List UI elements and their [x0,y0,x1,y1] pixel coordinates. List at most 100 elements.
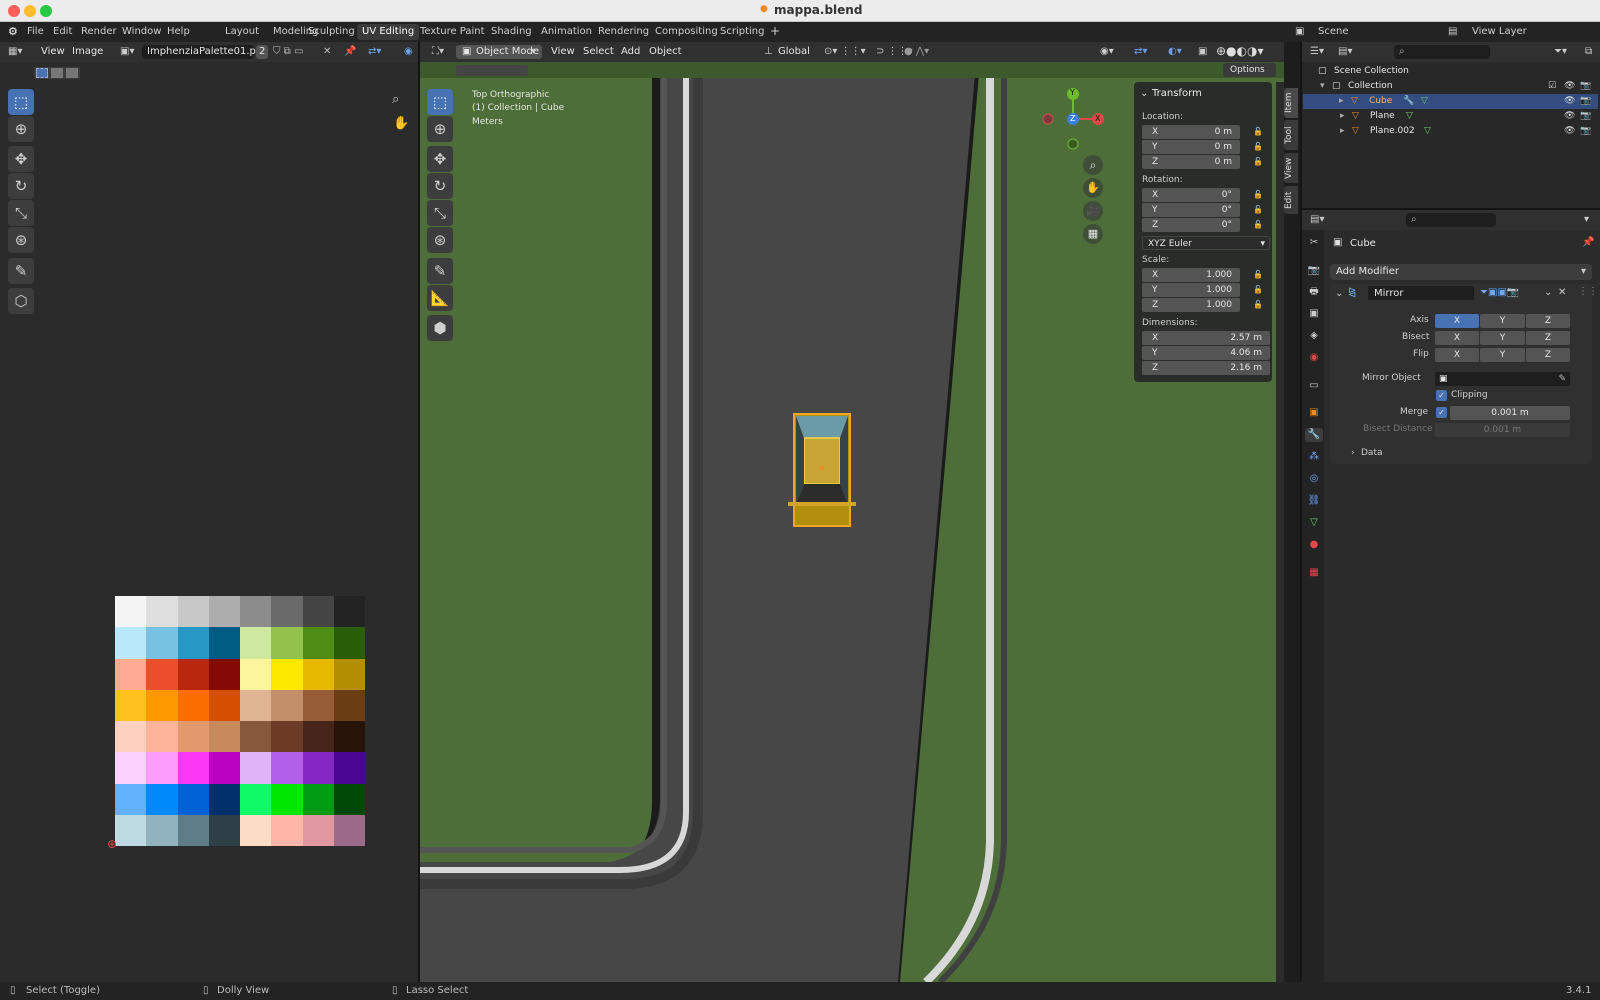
tab-animation[interactable]: Animation [536,24,597,40]
properties-search-icon[interactable]: ⌕ [1411,214,1417,225]
annotate-tool[interactable]: ✎ [8,258,34,284]
ortho-grid-icon[interactable]: ▦ [1083,224,1103,244]
modifier-name-field[interactable]: Mirror [1374,288,1403,299]
menu-help[interactable]: Help [167,26,190,37]
lock-icon[interactable]: 🔓 [1253,127,1263,136]
viewport-menu-object[interactable]: Object [649,46,682,57]
lock-icon[interactable]: 🔓 [1253,190,1263,199]
image-browse-icon[interactable]: ▣▾ [120,46,134,57]
scale-tool[interactable]: ⤡ [8,200,34,226]
rotate-tool[interactable]: ↻ [8,173,34,199]
viewport-zoom-icon[interactable]: ⌕ [1083,155,1103,175]
2d-cursor-icon[interactable]: ⊕ [107,837,117,851]
texture-tab-icon[interactable]: ▦ [1307,566,1321,580]
axis-z-toggle[interactable]: Z [1526,314,1570,328]
viewport-rotate-tool[interactable]: ↻ [427,173,453,199]
eye-icon[interactable]: 👁 [1564,79,1575,94]
lock-icon[interactable]: 🔓 [1253,205,1263,214]
display-mode-icon[interactable]: ▤▾ [1338,46,1352,57]
scale-z-field[interactable]: Z 1.000 [1142,298,1240,312]
camera-icon[interactable]: 📷 [1580,79,1591,94]
tab-view[interactable]: View [1284,153,1298,183]
tab-texture-paint[interactable]: Texture Paint [415,24,490,40]
object-mode-dropdown[interactable]: Object Mode [476,46,539,57]
uv-sync-icon[interactable]: ⇄▾ [368,46,381,57]
properties-type-icon[interactable]: ▤▾ [1310,214,1324,225]
bisect-y-toggle[interactable]: Y [1480,331,1525,345]
scale-y-field[interactable]: Y 1.000 [1142,283,1240,297]
material-tab-icon[interactable]: ● [1307,538,1321,552]
grab-tool[interactable]: ⬡ [8,288,34,314]
outliner-item-plane[interactable]: ▸ ▽ Plane ▽ 👁 📷 [1306,109,1596,124]
expand-collection-icon[interactable]: ▾ [1320,79,1325,94]
new-collection-icon[interactable]: ⧉ [1585,46,1592,57]
outliner-scene-collection[interactable]: ▢ Scene Collection [1306,64,1596,79]
outliner-item-plane-002[interactable]: ▸ ▽ Plane.002 ▽ 👁 📷 [1306,124,1596,139]
merge-checkbox[interactable]: ✓ [1436,407,1447,418]
flip-x-toggle[interactable]: X [1435,348,1479,362]
fake-user-shield-icon[interactable]: ⛉ ⧉ ▭ [273,46,303,57]
image-name-field[interactable]: ImphenziaPalette01.png [147,46,269,57]
camera-icon[interactable]: 📷 [1580,124,1591,139]
transform-collapse-icon[interactable]: ⌄ [1140,88,1148,99]
object-tab-icon[interactable]: ▣ [1307,406,1321,420]
view-layer-tab-icon[interactable]: ▣ [1307,307,1321,321]
rotation-z-field[interactable]: Z 0° [1142,218,1240,232]
menu-file[interactable]: File [27,26,44,37]
unlink-image-icon[interactable]: ✕ [323,46,331,57]
clipping-checkbox[interactable]: ✓ [1436,390,1447,401]
tool-tab-icon[interactable]: ✂ [1307,236,1321,250]
eye-icon[interactable]: 👁 [1564,94,1575,109]
view-layer-name[interactable]: View Layer [1472,26,1527,37]
merge-distance-field[interactable]: 0.001 m [1450,406,1570,420]
tab-scripting[interactable]: Scripting [715,24,769,40]
tab-sculpting[interactable]: Sculpting [303,24,360,40]
tab-item[interactable]: Item [1284,88,1298,118]
tab-compositing[interactable]: Compositing [650,24,723,40]
modifier-wrench-icon[interactable]: 🔧 [1403,94,1414,109]
viewport-menu-add[interactable]: Add [621,46,640,57]
overlay-toggle-icon[interactable]: ◐▾ [1168,46,1182,57]
viewport-cursor-tool[interactable]: ⊕ [427,116,453,142]
rotation-mode-dropdown[interactable]: XYZ Euler ▾ [1142,236,1270,250]
viewport-annotate-tool[interactable]: ✎ [427,258,453,284]
lock-icon[interactable]: 🔓 [1253,285,1263,294]
scene-name[interactable]: Scene [1318,26,1349,37]
pivot-icon[interactable]: ⊙▾ ⋮⋮▾ [824,46,866,57]
expand-data-icon[interactable]: › [1351,448,1355,458]
pan-hand-icon[interactable]: ✋ [393,116,409,131]
location-y-field[interactable]: Y0 m [1142,140,1240,154]
rotation-y-field[interactable]: Y 0° [1142,203,1240,217]
tab-uv-editing[interactable]: UV Editing [357,24,420,40]
dimensions-y-field[interactable]: Y 4.06 m [1142,346,1270,360]
measure-tool[interactable]: 📐 [427,285,453,311]
transform-tool[interactable]: ⊛ [8,227,34,253]
bisect-x-toggle[interactable]: X [1435,331,1479,345]
add-cube-tool[interactable]: ⬢ [427,315,453,341]
car-object[interactable] [784,412,860,532]
menu-edit[interactable]: Edit [53,26,72,37]
viewport-editor-type-icon[interactable]: ⛶▾ [432,46,444,57]
menu-render[interactable]: Render [81,26,117,37]
mesh-data-icon[interactable]: ▽ [1421,94,1428,109]
add-modifier-dropdown[interactable]: Add Modifier ▾ [1330,264,1592,280]
proportional-edit-icon[interactable]: ● ⋀▾ [904,46,929,57]
viewport-menu-select[interactable]: Select [583,46,614,57]
flip-y-toggle[interactable]: Y [1480,348,1525,362]
outliner-search-icon[interactable]: ⌕ [1399,46,1405,57]
constraints-tab-icon[interactable]: ⛓ [1307,494,1321,508]
mirror-object-field[interactable]: ▣ ✎ [1435,372,1570,386]
dimensions-z-field[interactable]: Z 2.16 m [1142,361,1270,375]
transform-header[interactable]: Transform [1152,88,1202,99]
viewport-scale-tool[interactable]: ⤡ [427,200,453,226]
lock-icon[interactable]: 🔓 [1253,270,1263,279]
image-users-count[interactable]: 2 [259,46,265,57]
tab-tool[interactable]: Tool [1284,120,1298,150]
properties-options-icon[interactable]: ▾ [1584,214,1589,225]
visibility-icon[interactable]: ◉▾ [1100,46,1114,57]
outliner-type-icon[interactable]: ☰▾ [1310,46,1324,57]
expand-icon[interactable]: ▸ [1339,94,1344,109]
dimensions-x-field[interactable]: X 2.57 m [1142,331,1270,345]
axis-y-toggle[interactable]: Y [1480,314,1525,328]
scene-tab-icon[interactable]: ◈ [1307,329,1321,343]
